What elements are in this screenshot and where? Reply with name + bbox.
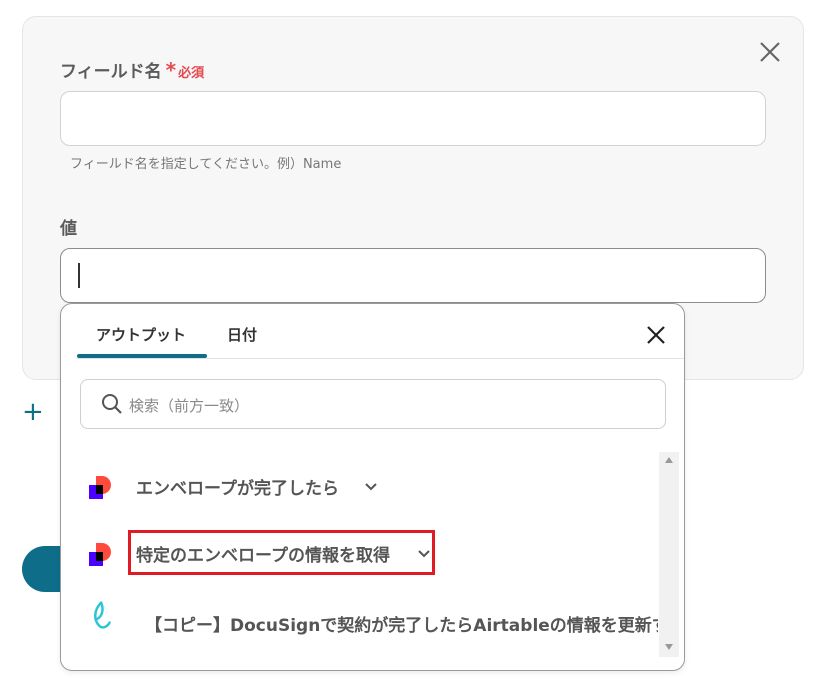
list-item-get-envelope-info[interactable]: 特定のエンベロープの情報を取得 (81, 533, 641, 573)
list-item-label: エンベロープが完了したら (136, 479, 339, 499)
required-star: * (165, 58, 177, 82)
yoom-icon (94, 601, 111, 629)
scrollbar[interactable] (659, 452, 679, 657)
chevron-down-icon[interactable] (417, 549, 431, 559)
tab-output[interactable]: アウトプット (96, 324, 186, 345)
popup-close-icon[interactable] (645, 324, 667, 346)
list-item-envelope-completed[interactable]: エンベロープが完了したら (81, 466, 641, 506)
text-cursor (78, 263, 80, 288)
field-name-label: フィールド名 * 必須 (60, 57, 204, 82)
value-input[interactable] (60, 248, 766, 303)
field-name-label-text: フィールド名 (60, 62, 162, 82)
list-item-label-clip: 【コピー】DocuSignで契約が完了したらAirtableの情報を更新する (145, 611, 658, 637)
field-name-input[interactable] (60, 91, 766, 146)
value-label: 値 (60, 219, 77, 239)
add-icon[interactable]: + (22, 398, 44, 426)
close-icon[interactable] (757, 39, 783, 65)
required-badge: 必須 (178, 66, 205, 81)
tab-date[interactable]: 日付 (227, 324, 257, 345)
scroll-down-icon[interactable] (664, 643, 674, 651)
docusign-icon (89, 476, 111, 499)
field-name-hint: フィールド名を指定してください。例）Name (70, 157, 342, 172)
scroll-up-icon[interactable] (664, 456, 674, 464)
search-icon (102, 394, 122, 414)
search-placeholder: 検索（前方一致） (129, 397, 250, 415)
search-input[interactable]: 検索（前方一致） (80, 379, 666, 429)
docusign-icon (89, 543, 111, 566)
list-item-label: 【コピー】DocuSignで契約が完了したらAirtableの情報を更新する (145, 616, 658, 636)
list-item-label: 特定のエンベロープの情報を取得 (136, 546, 390, 566)
tab-divider (77, 358, 684, 359)
chevron-down-icon[interactable] (364, 482, 378, 492)
